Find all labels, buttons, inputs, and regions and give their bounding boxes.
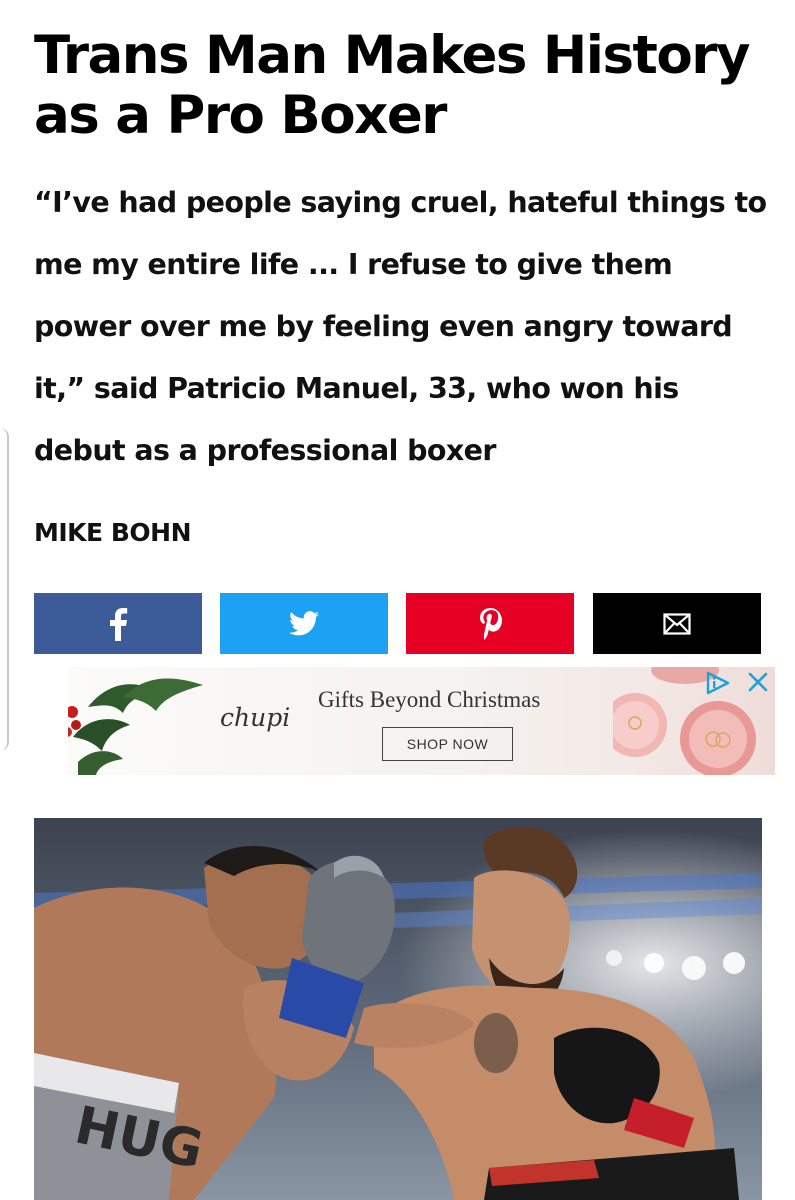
boxing-match-illustration: HUG (34, 818, 762, 1200)
share-email-button[interactable] (593, 593, 761, 654)
twitter-bird-icon (289, 611, 319, 636)
ad-controls (701, 671, 773, 697)
ad-brand-logo: chupi (220, 703, 291, 732)
article-byline[interactable]: MIKE BOHN (34, 518, 192, 547)
ad-headline: Gifts Beyond Christmas (318, 687, 541, 712)
close-icon[interactable] (747, 671, 769, 693)
edge-panel-handle[interactable] (0, 428, 9, 751)
adchoices-icon[interactable] (705, 671, 731, 695)
ad-shop-now-button[interactable]: SHOP NOW (382, 727, 513, 761)
facebook-icon (110, 607, 128, 641)
share-facebook-button[interactable] (34, 593, 202, 654)
advertisement-banner[interactable]: chupi Gifts Beyond Christmas SHOP NOW (68, 667, 775, 775)
share-pinterest-button[interactable] (406, 593, 574, 654)
article-headline: Trans Man Makes History as a Pro Boxer (34, 25, 750, 146)
share-bar (34, 593, 762, 654)
pinterest-icon (480, 607, 502, 640)
share-twitter-button[interactable] (220, 593, 388, 654)
holly-decoration-image (68, 678, 203, 775)
article-dek: “I’ve had people saying cruel, hateful t… (34, 186, 767, 467)
envelope-icon (663, 612, 691, 635)
boxing-match-photo[interactable]: HUG (34, 818, 762, 1200)
